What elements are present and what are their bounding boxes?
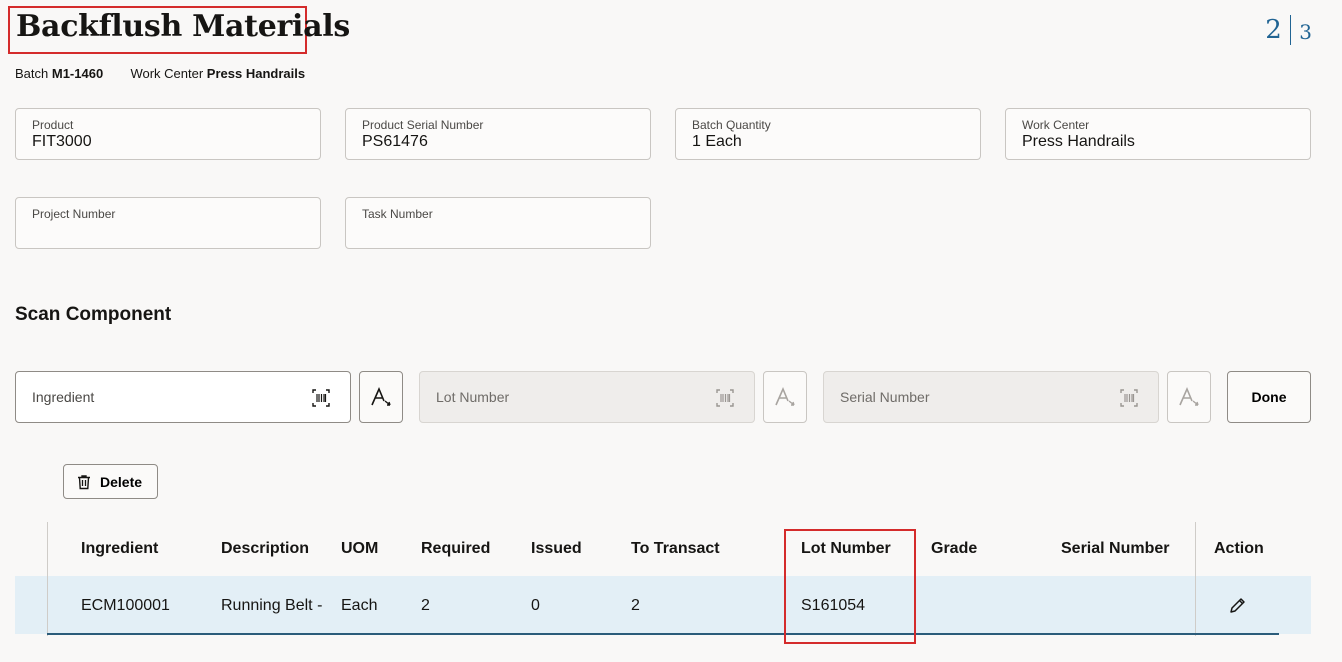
cell-issued: 0 (531, 597, 540, 614)
cell-description: Running Belt - (221, 597, 323, 614)
cell-ingredient: ECM100001 (81, 597, 170, 614)
ocr-scan-button-serial[interactable] (1167, 371, 1211, 423)
serial-number-placeholder: Serial Number (840, 389, 930, 405)
batch-summary: Batch M1-1460 Work Center Press Handrail… (15, 66, 305, 81)
col-header-description[interactable]: Description (221, 540, 309, 558)
done-button[interactable]: Done (1227, 371, 1311, 423)
col-header-action: Action (1214, 540, 1264, 557)
work-center-field-value: Press Handrails (1022, 133, 1135, 150)
ocr-scan-icon (371, 386, 391, 406)
col-header-issued[interactable]: Issued (531, 540, 582, 558)
action-column-divider (1195, 522, 1196, 636)
pencil-icon[interactable] (1228, 595, 1248, 615)
task-number-field: Task Number (345, 197, 651, 249)
row-underline (47, 633, 1279, 635)
work-center-label: Work Center (130, 66, 204, 81)
col-header-required[interactable]: Required (421, 540, 490, 558)
delete-label: Delete (100, 473, 143, 490)
col-header-to-transact[interactable]: To Transact (631, 540, 720, 558)
delete-button[interactable]: Delete (63, 464, 158, 499)
product-field: Product FIT3000 (15, 108, 321, 160)
product-value: FIT3000 (32, 133, 92, 150)
ocr-scan-icon (775, 386, 795, 406)
barcode-icon[interactable] (312, 389, 330, 407)
scan-component-heading: Scan Component (15, 304, 172, 325)
serial-number-input[interactable]: Serial Number (823, 371, 1159, 423)
lot-number-highlight-box (784, 529, 916, 644)
step-indicator: 2 3 (1265, 15, 1312, 45)
barcode-icon (1120, 389, 1138, 407)
batch-quantity-field: Batch Quantity 1 Each (675, 108, 981, 160)
ocr-scan-button-lot[interactable] (763, 371, 807, 423)
product-label: Product (32, 118, 74, 132)
ocr-scan-icon (1179, 386, 1199, 406)
task-number-label: Task Number (362, 207, 433, 221)
cell-to-transact: 2 (631, 597, 640, 614)
batch-quantity-label: Batch Quantity (692, 118, 771, 132)
col-header-grade[interactable]: Grade (931, 540, 977, 558)
page-title: Backflush Materials (16, 9, 350, 44)
step-current: 2 (1265, 15, 1282, 45)
cell-required: 2 (421, 597, 430, 614)
lot-number-placeholder: Lot Number (436, 389, 510, 405)
product-serial-label: Product Serial Number (362, 118, 484, 132)
col-header-uom[interactable]: UOM (341, 540, 378, 558)
trash-icon (78, 474, 90, 489)
project-number-field: Project Number (15, 197, 321, 249)
product-serial-field: Product Serial Number PS61476 (345, 108, 651, 160)
product-serial-value: PS61476 (362, 133, 428, 150)
work-center-field-label: Work Center (1022, 118, 1090, 132)
ingredient-placeholder: Ingredient (32, 389, 95, 405)
ingredient-input[interactable]: Ingredient (15, 371, 351, 423)
project-number-label: Project Number (32, 207, 116, 221)
step-total: 3 (1299, 20, 1312, 44)
batch-value: M1-1460 (51, 66, 104, 81)
lot-number-input[interactable]: Lot Number (419, 371, 755, 423)
ocr-scan-button-ingredient[interactable] (359, 371, 403, 423)
cell-uom: Each (341, 597, 378, 614)
components-table: Ingredient Description UOM Required Issu… (15, 522, 1311, 636)
barcode-icon (716, 389, 734, 407)
work-center-value: Press Handrails (206, 66, 306, 81)
table-row[interactable] (15, 576, 1311, 634)
work-center-field: Work Center Press Handrails (1005, 108, 1311, 160)
step-divider (1289, 15, 1292, 45)
batch-label: Batch (15, 66, 49, 81)
table-left-border (47, 522, 48, 636)
col-header-ingredient[interactable]: Ingredient (81, 540, 158, 558)
col-header-serial-number[interactable]: Serial Number (1061, 540, 1169, 558)
batch-quantity-value: 1 Each (692, 133, 742, 150)
